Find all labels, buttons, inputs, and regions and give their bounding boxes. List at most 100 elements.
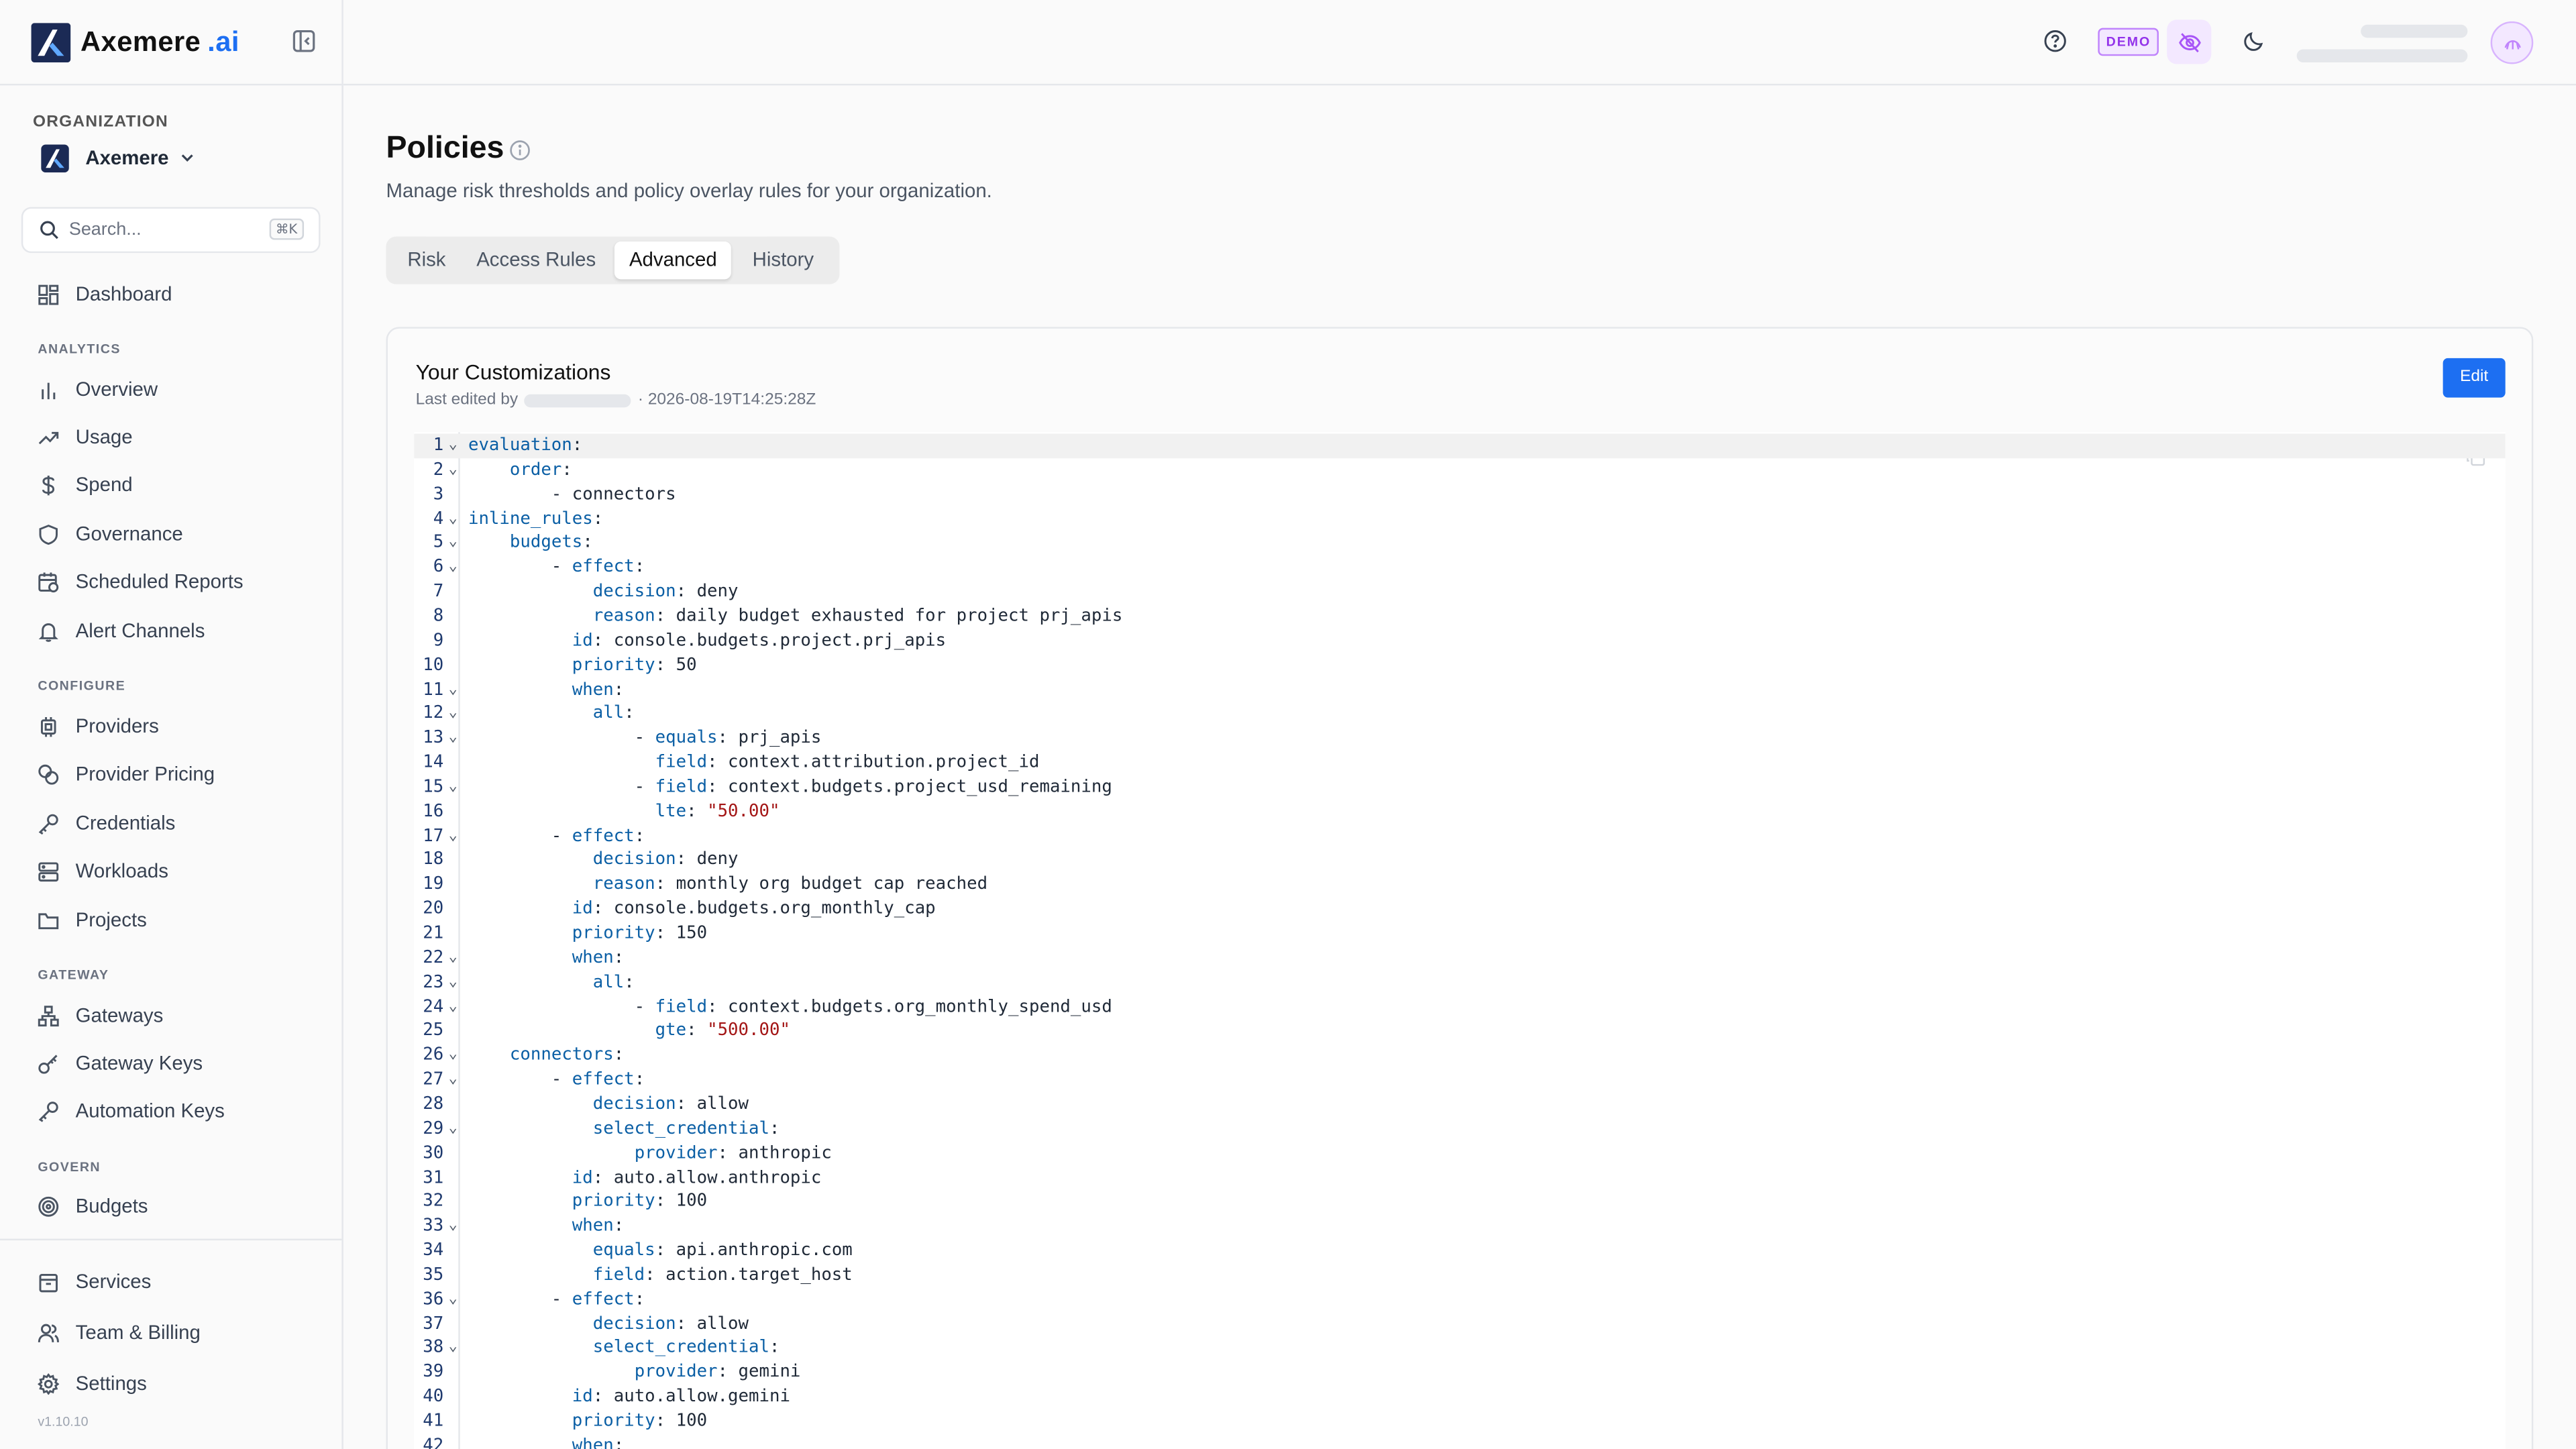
eye-off-icon bbox=[2178, 32, 2200, 52]
sidebar-item-label: Gateways bbox=[75, 1004, 164, 1027]
help-icon[interactable] bbox=[2044, 30, 2067, 52]
code-line: 20 id: console.budgets.org_monthly_cap bbox=[414, 897, 2506, 921]
sidebar-item-provider-pricing[interactable]: Provider Pricing bbox=[38, 759, 215, 788]
sidebar-item-label: Services bbox=[75, 1270, 152, 1293]
code-text: provider: anthropic bbox=[634, 1142, 832, 1163]
fold-chevron-icon[interactable]: ⌄ bbox=[449, 1068, 458, 1092]
code-line: 13 ⌄ - equals: prj_apis bbox=[414, 727, 2506, 751]
line-number: 22 bbox=[423, 947, 444, 968]
code-text: order: bbox=[509, 460, 572, 480]
sidebar-item-workloads[interactable]: Workloads bbox=[38, 856, 168, 885]
search-input[interactable] bbox=[68, 220, 263, 240]
code-text: decision: allow bbox=[592, 1093, 749, 1114]
tab-risk[interactable]: Risk bbox=[392, 241, 460, 279]
sidebar-item-budgets[interactable]: Budgets bbox=[38, 1191, 148, 1221]
sidebar-item-scheduled-reports[interactable]: Scheduled Reports bbox=[38, 567, 244, 596]
sidebar-divider bbox=[0, 1238, 342, 1240]
sidebar-item-providers[interactable]: Providers bbox=[38, 711, 159, 741]
sidebar-item-spend[interactable]: Spend bbox=[38, 470, 133, 499]
fold-chevron-icon[interactable]: ⌄ bbox=[449, 702, 458, 727]
org-name: Axemere bbox=[85, 146, 169, 170]
fold-chevron-icon[interactable]: ⌄ bbox=[449, 1117, 458, 1141]
fold-chevron-icon[interactable]: ⌄ bbox=[449, 1214, 458, 1238]
line-number: 6 bbox=[433, 557, 444, 578]
code-line: 18 decision: deny bbox=[414, 849, 2506, 873]
sidebar-item-automation-keys[interactable]: Automation Keys bbox=[38, 1095, 225, 1125]
user-avatar-icon bbox=[2504, 39, 2520, 49]
fold-chevron-icon[interactable]: ⌄ bbox=[449, 678, 458, 702]
sidebar-search[interactable]: ⌘K bbox=[21, 207, 321, 254]
top-bar: DEMO bbox=[343, 0, 2576, 86]
code-line: 17 ⌄ - effect: bbox=[414, 824, 2506, 848]
sidebar-item-services[interactable]: Services bbox=[38, 1267, 151, 1296]
sidebar-item-label: Overview bbox=[75, 378, 158, 401]
fold-chevron-icon[interactable]: ⌄ bbox=[449, 531, 458, 555]
code-text: priority: 100 bbox=[572, 1191, 708, 1212]
sidebar-item-alert-channels[interactable]: Alert Channels bbox=[38, 616, 205, 645]
sidebar-item-label: Usage bbox=[75, 425, 133, 449]
line-number: 15 bbox=[423, 777, 444, 797]
sidebar-item-label: Gateway Keys bbox=[75, 1051, 203, 1075]
code-line: 36 ⌄ - effect: bbox=[414, 1287, 2506, 1311]
fold-chevron-icon[interactable]: ⌄ bbox=[449, 1287, 458, 1311]
code-line: 23 ⌄ all: bbox=[414, 971, 2506, 995]
sidebar-item-settings[interactable]: Settings bbox=[38, 1368, 147, 1398]
sidebar-item-governance[interactable]: Governance bbox=[38, 519, 183, 549]
policy-tabs: Risk Access Rules Advanced History bbox=[386, 236, 840, 284]
org-switcher[interactable]: Axemere bbox=[41, 143, 195, 172]
line-number: 23 bbox=[423, 972, 444, 992]
code-line: 29 ⌄ select_credential: bbox=[414, 1117, 2506, 1141]
line-number: 28 bbox=[423, 1093, 444, 1114]
code-text: when: bbox=[572, 1216, 625, 1236]
sidebar-collapse-icon[interactable] bbox=[292, 30, 315, 52]
fold-chevron-icon[interactable]: ⌄ bbox=[449, 434, 458, 458]
privacy-toggle-button[interactable] bbox=[2167, 19, 2212, 64]
yaml-code-editor[interactable]: 1 ⌄ evaluation: 2 ⌄ order: 3 - connectors 4 ⌄ in… bbox=[414, 432, 2506, 1449]
code-text: decision: deny bbox=[592, 582, 739, 602]
fold-chevron-icon[interactable]: ⌄ bbox=[449, 458, 458, 482]
sidebar-item-gateways[interactable]: Gateways bbox=[38, 1000, 163, 1030]
sidebar-item-usage[interactable]: Usage bbox=[38, 422, 133, 451]
code-line: 21 priority: 150 bbox=[414, 922, 2506, 946]
folder-icon bbox=[38, 912, 59, 928]
sidebar-item-team-billing[interactable]: Team & Billing bbox=[38, 1318, 201, 1347]
fold-chevron-icon[interactable]: ⌄ bbox=[449, 1044, 458, 1068]
fold-chevron-icon[interactable]: ⌄ bbox=[449, 555, 458, 580]
sidebar-item-credentials[interactable]: Credentials bbox=[38, 808, 175, 838]
code-line: 7 decision: deny bbox=[414, 580, 2506, 604]
code-line: 16 lte: "50.00" bbox=[414, 800, 2506, 824]
sidebar-item-label: Providers bbox=[75, 714, 159, 738]
fold-chevron-icon[interactable]: ⌄ bbox=[449, 824, 458, 848]
tab-access-rules[interactable]: Access Rules bbox=[462, 241, 610, 279]
sidebar-item-dashboard[interactable]: Dashboard bbox=[38, 279, 172, 309]
code-text: - field: context.budgets.project_usd_rem… bbox=[468, 777, 1112, 797]
fold-chevron-icon[interactable]: ⌄ bbox=[449, 946, 458, 970]
info-icon[interactable] bbox=[509, 140, 531, 161]
trending-up-icon bbox=[38, 431, 59, 444]
code-text: gte: "500.00" bbox=[655, 1020, 790, 1041]
sidebar-item-projects[interactable]: Projects bbox=[38, 905, 147, 934]
sidebar-item-overview[interactable]: Overview bbox=[38, 374, 158, 404]
fold-chevron-icon[interactable]: ⌄ bbox=[449, 727, 458, 751]
fold-chevron-icon[interactable]: ⌄ bbox=[449, 995, 458, 1019]
fold-chevron-icon[interactable]: ⌄ bbox=[449, 971, 458, 995]
fold-chevron-icon[interactable]: ⌄ bbox=[449, 775, 458, 800]
moon-icon[interactable] bbox=[2243, 30, 2265, 52]
avatar[interactable] bbox=[2490, 21, 2534, 64]
edit-button[interactable]: Edit bbox=[2443, 358, 2506, 398]
line-number: 38 bbox=[423, 1338, 444, 1358]
tab-history[interactable]: History bbox=[738, 241, 829, 279]
sidebar-item-gateway-keys[interactable]: Gateway Keys bbox=[38, 1048, 203, 1077]
fold-chevron-icon[interactable]: ⌄ bbox=[449, 507, 458, 531]
code-text: - effect: bbox=[468, 825, 645, 846]
fold-chevron-icon[interactable]: ⌄ bbox=[449, 1336, 458, 1360]
sidebar-item-label: Alert Channels bbox=[75, 619, 205, 643]
calendar-clock-icon bbox=[38, 572, 59, 592]
last-edited-time: · 2026-08-19T14:25:28Z bbox=[637, 390, 816, 409]
brand[interactable]: Axemere .ai bbox=[0, 0, 342, 86]
line-number: 21 bbox=[423, 923, 444, 943]
code-text: id: console.budgets.org_monthly_cap bbox=[572, 898, 936, 919]
code-line: 31 id: auto.allow.anthropic bbox=[414, 1166, 2506, 1190]
code-line: 39 provider: gemini bbox=[414, 1360, 2506, 1385]
tab-advanced[interactable]: Advanced bbox=[614, 241, 732, 280]
